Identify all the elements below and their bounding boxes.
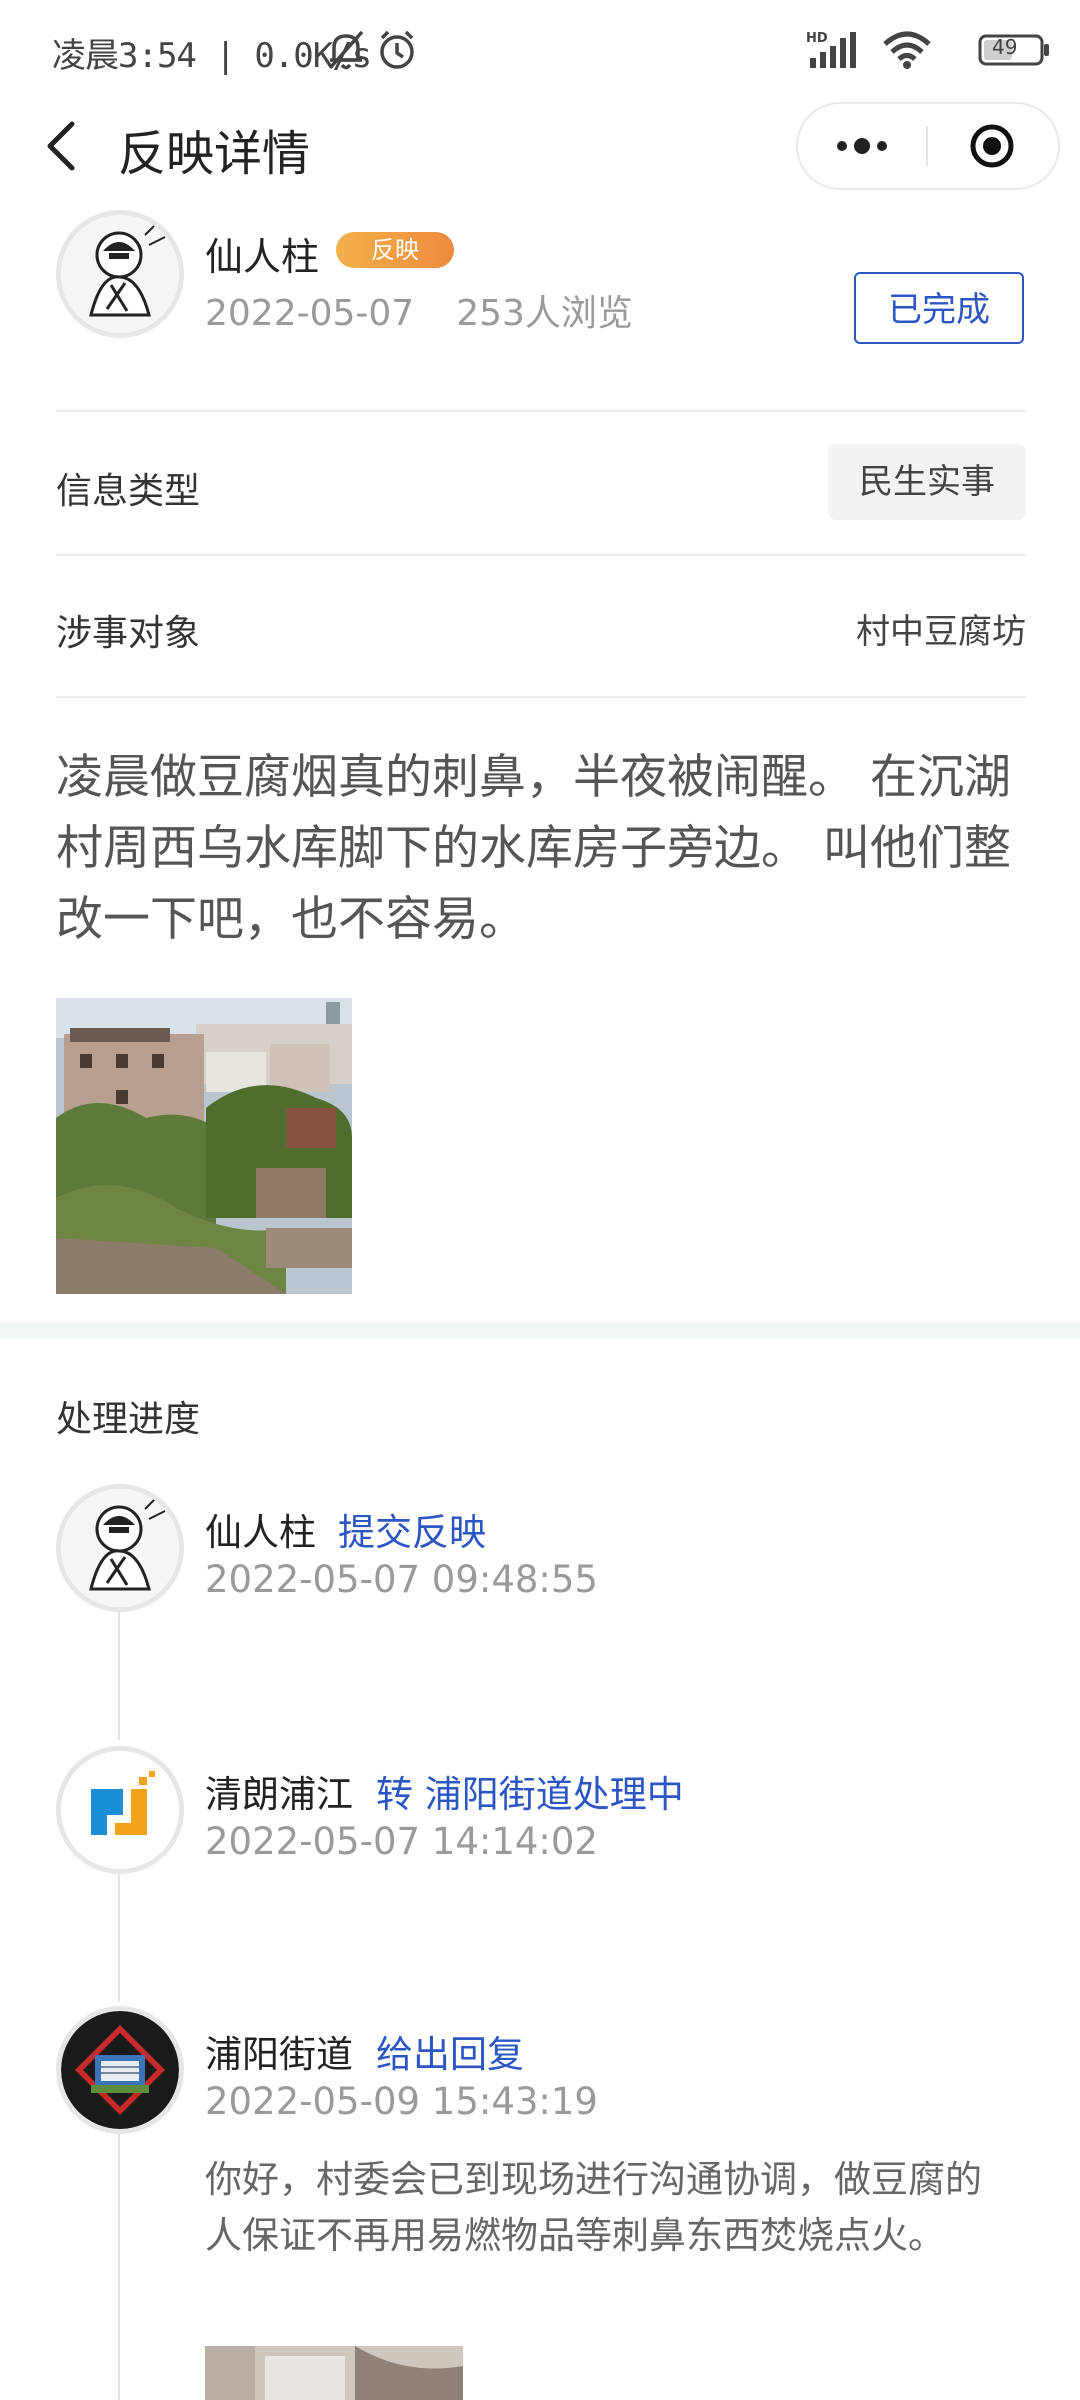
post-meta: 2022-05-07 253人浏览 <box>205 284 633 336</box>
alarm-icon <box>376 28 418 76</box>
entry-name: 仙人柱 <box>205 1511 316 1554</box>
signal-icon: HD <box>806 30 860 74</box>
wifi-icon <box>882 30 932 74</box>
timeline-line <box>118 1870 120 2002</box>
capsule-divider <box>926 126 928 166</box>
target-icon <box>970 124 1014 168</box>
status-time: 凌晨3:54 <box>52 36 197 76</box>
post-content: 凌晨做豆腐烟真的刺鼻，半夜被闹醒。 在沉湖村周西乌水库脚下的水库房子旁边。 叫他… <box>56 750 1011 947</box>
view-count: 253人浏览 <box>456 293 633 334</box>
title-bar: 反映详情 <box>0 100 1080 192</box>
divider <box>56 554 1026 556</box>
info-type-label: 信息类型 <box>56 471 201 512</box>
entry-reply: 你好，村委会已到现场进行沟通协调，做豆腐的人保证不再用易燃物品等刺鼻东西焚烧点火… <box>205 2158 982 2257</box>
divider <box>56 696 1026 698</box>
reply-photo[interactable] <box>205 2346 463 2400</box>
hd-label: HD <box>806 31 828 46</box>
battery-level: 49 <box>992 35 1018 59</box>
close-miniprogram-button[interactable] <box>968 122 1016 174</box>
post-photo[interactable] <box>56 998 352 1294</box>
entry-action: 转 浦阳街道处理中 <box>376 1773 684 1816</box>
info-type-chip: 民生实事 <box>828 444 1026 520</box>
muted-bell-icon <box>326 28 366 76</box>
status-badge[interactable]: 已完成 <box>854 272 1024 344</box>
back-icon <box>47 121 75 171</box>
progress-title: 处理进度 <box>56 1399 201 1440</box>
entry-avatar[interactable] <box>56 1484 184 1612</box>
author-name: 仙人柱 <box>205 235 320 279</box>
subject-label: 涉事对象 <box>56 613 201 654</box>
entry-time: 2022-05-09 15:43:19 <box>205 2080 598 2123</box>
entry-name: 浦阳街道 <box>205 2033 353 2076</box>
divider <box>56 410 1026 412</box>
entry-name: 清朗浦江 <box>205 1773 353 1816</box>
entry-avatar[interactable] <box>56 2006 184 2134</box>
author-avatar[interactable] <box>56 210 184 338</box>
mini-program-capsule <box>796 102 1060 190</box>
status-bar: 凌晨3:54 | 0.0K/s HD 49 <box>0 0 1080 100</box>
battery-icon: 49 <box>978 34 1050 70</box>
type-tag: 反映 <box>336 232 454 268</box>
subject-value: 村中豆腐坊 <box>856 612 1026 652</box>
entry-avatar[interactable] <box>56 1746 184 1874</box>
post-date: 2022-05-07 <box>205 293 415 334</box>
entry-time: 2022-05-07 09:48:55 <box>205 1558 598 1601</box>
more-icon <box>837 138 887 154</box>
entry-action: 提交反映 <box>338 1511 486 1554</box>
timeline-line <box>118 1608 120 1740</box>
back-button[interactable] <box>38 118 88 174</box>
timeline-line <box>118 2130 120 2400</box>
entry-action: 给出回复 <box>376 2033 524 2076</box>
more-button[interactable] <box>834 126 890 170</box>
section-divider <box>0 1322 1080 1338</box>
page-title: 反映详情 <box>118 126 311 182</box>
entry-time: 2022-05-07 14:14:02 <box>205 1820 598 1863</box>
status-time-speed: 凌晨3:54 | 0.0K/s <box>52 36 372 76</box>
